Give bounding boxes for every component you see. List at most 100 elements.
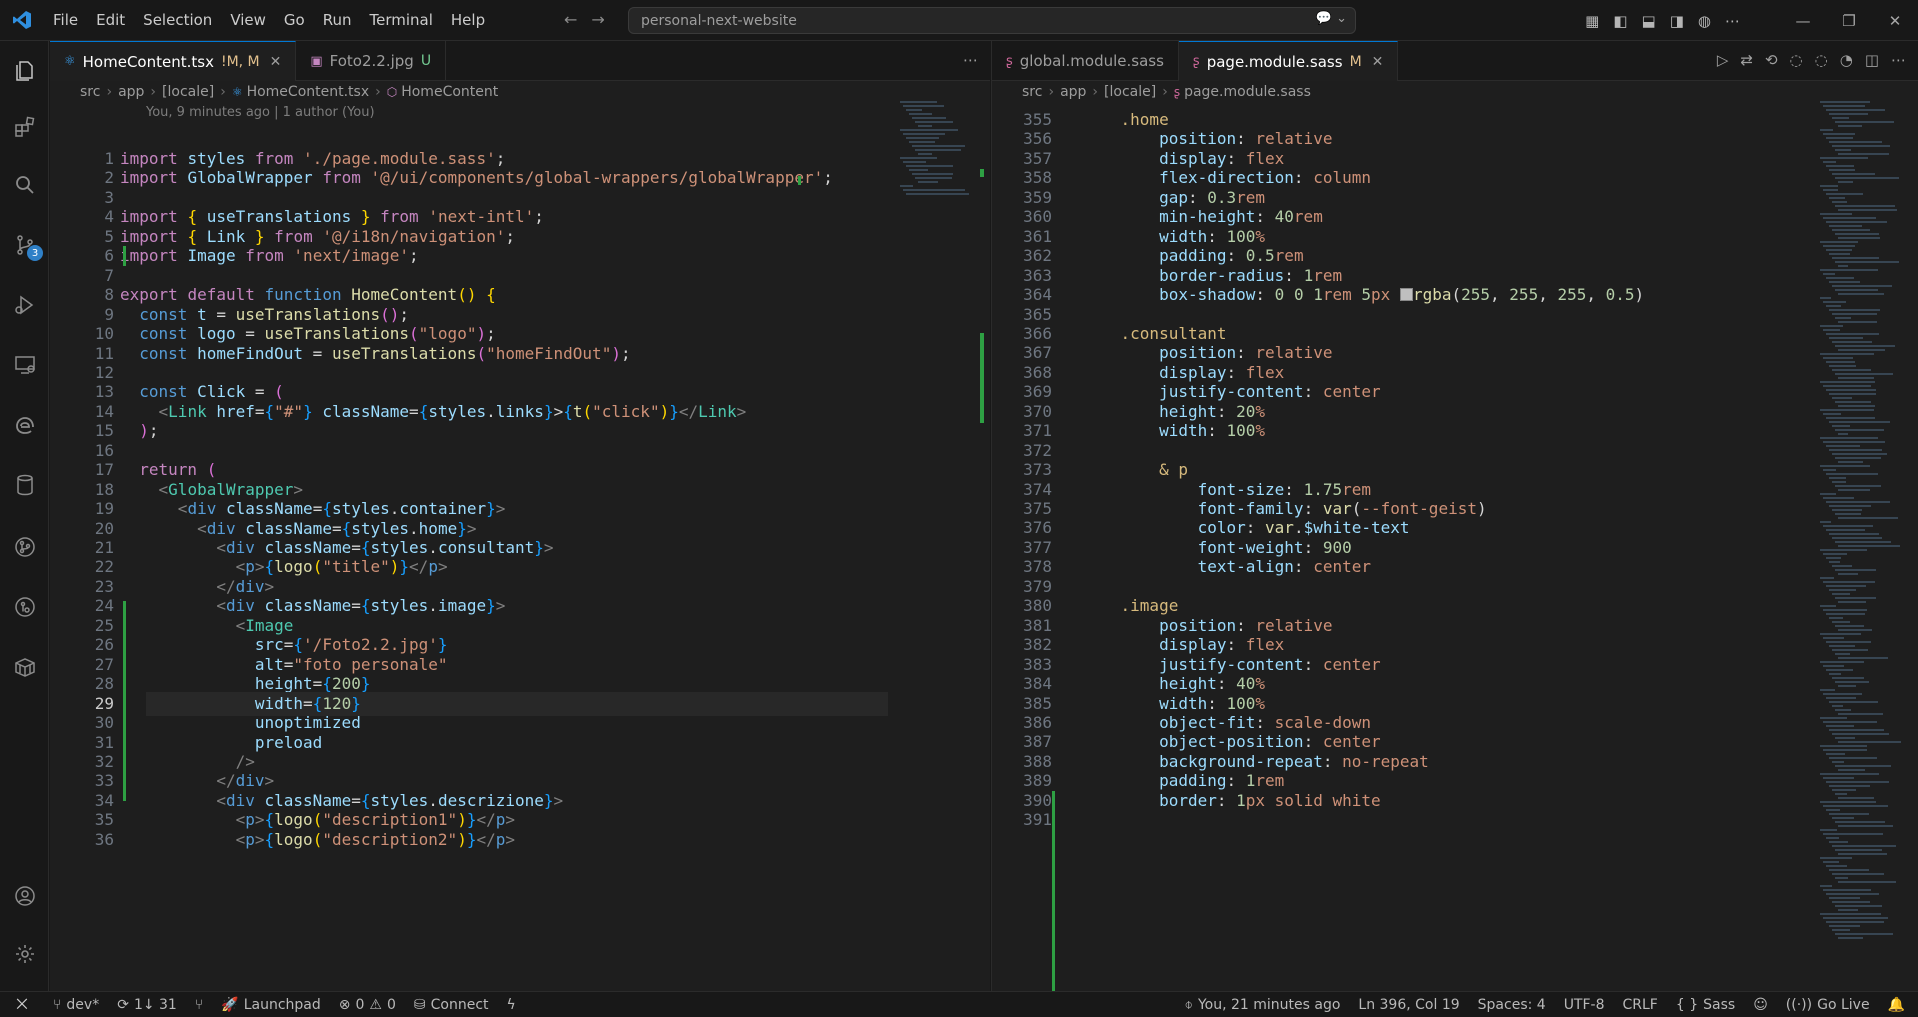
source-control-icon[interactable]: 3: [9, 229, 43, 261]
open-changes-icon[interactable]: ⇄: [1740, 51, 1753, 69]
minimap-line: [1820, 353, 1875, 355]
git-graph-status[interactable]: ⑂: [186, 997, 212, 1013]
remote-indicator-icon[interactable]: ⨉: [0, 997, 44, 1013]
tab-page-module-sass[interactable]: ʂ page.module.sass M ✕: [1178, 41, 1399, 81]
more-actions-icon[interactable]: ⋯: [1725, 12, 1740, 30]
language-mode[interactable]: { } Sass: [1667, 997, 1744, 1013]
breadcrumb-item[interactable]: src: [80, 84, 100, 100]
menu-run[interactable]: Run: [314, 0, 361, 41]
search-icon[interactable]: [9, 169, 41, 201]
customize-layout-icon[interactable]: ▦: [1585, 12, 1599, 30]
git-sync[interactable]: ⟳ 1↓ 31: [108, 997, 186, 1013]
account-icon[interactable]: [9, 880, 41, 912]
minimap-line: [1832, 705, 1844, 707]
minimap-line: [1829, 561, 1841, 563]
tab-status: U: [420, 53, 432, 69]
globe-icon[interactable]: ◍: [1698, 12, 1711, 30]
previous-change-icon[interactable]: ⟲: [1765, 51, 1778, 69]
code-line[interactable]: 36 <p>{logo("description2")}</p>: [50, 828, 990, 852]
command-center-search[interactable]: personal-next-website 💬 ⌄: [628, 7, 1356, 34]
close-icon[interactable]: ✕: [270, 54, 282, 70]
scrollbar-change-marker: [980, 169, 984, 177]
menu-edit[interactable]: Edit: [87, 0, 134, 41]
code-line[interactable]: 391: [992, 808, 1918, 832]
cursor-position[interactable]: Ln 396, Col 19: [1349, 997, 1468, 1013]
git-branch[interactable]: ⑂ dev*: [44, 997, 108, 1013]
minimap-line: [1835, 121, 1894, 123]
lightning-status[interactable]: ϟ: [498, 997, 525, 1013]
minimap-line: [1832, 789, 1856, 791]
toggle-panel-icon[interactable]: ⬓: [1642, 12, 1656, 30]
forward-arrow-icon[interactable]: →: [591, 10, 604, 29]
menu-go[interactable]: Go: [275, 0, 314, 41]
run-icon[interactable]: ▷: [1717, 51, 1729, 69]
minimize-button[interactable]: —: [1780, 12, 1826, 30]
breadcrumb-item[interactable]: app: [1060, 84, 1086, 100]
tab-foto[interactable]: ▣ Foto2.2.jpg U: [296, 41, 447, 81]
close-window-button[interactable]: ✕: [1872, 12, 1918, 30]
git-graph-icon[interactable]: [9, 531, 41, 563]
restore-button[interactable]: ❐: [1826, 12, 1872, 30]
menu-selection[interactable]: Selection: [134, 0, 221, 41]
breadcrumb-item[interactable]: HomeContent: [401, 84, 498, 100]
extensions-icon[interactable]: [9, 111, 41, 143]
gitlens-compare-icon[interactable]: ◌: [1790, 51, 1803, 69]
minimap-line: [1832, 509, 1863, 511]
menu-file[interactable]: File: [44, 0, 87, 41]
go-live-button[interactable]: ((·)) Go Live: [1777, 997, 1879, 1013]
tab-global-module-sass[interactable]: ʂ global.module.sass: [992, 41, 1179, 81]
menu-terminal[interactable]: Terminal: [361, 0, 442, 41]
gitlens-icon[interactable]: [9, 591, 41, 623]
breadcrumb-item[interactable]: src: [1022, 84, 1042, 100]
codelens-blame[interactable]: You, 9 minutes ago | 1 author (You): [146, 105, 375, 120]
breadcrumb-item[interactable]: page.module.sass: [1184, 84, 1311, 100]
launchpad-status[interactable]: 🚀 Launchpad: [212, 997, 330, 1013]
more-actions-icon[interactable]: ⋯: [963, 51, 978, 69]
breadcrumb-item[interactable]: app: [118, 84, 144, 100]
gitlens-next-icon[interactable]: ◌: [1815, 51, 1828, 69]
indentation[interactable]: Spaces: 4: [1469, 997, 1555, 1013]
close-icon[interactable]: ✕: [1372, 54, 1384, 70]
breadcrumb-item[interactable]: HomeContent.tsx: [247, 84, 370, 100]
database-icon[interactable]: [9, 469, 41, 501]
vscode-logo-icon: [0, 0, 44, 41]
minimap-line: [1835, 205, 1896, 207]
minimap-line: [1826, 809, 1840, 811]
image-file-icon: ▣: [310, 53, 323, 69]
tab-homecontent[interactable]: ⚛ HomeContent.tsx !M, M ✕: [50, 41, 297, 81]
toggle-secondary-sidebar-icon[interactable]: ◨: [1670, 12, 1684, 30]
minimap-line: [1835, 569, 1876, 571]
minimap-line: [1838, 825, 1893, 827]
containers-icon[interactable]: [9, 651, 41, 683]
menu-help[interactable]: Help: [442, 0, 494, 41]
minimap-right[interactable]: [1820, 101, 1902, 981]
minimap-line: [1829, 337, 1864, 339]
toggle-primary-sidebar-icon[interactable]: ◧: [1613, 12, 1627, 30]
copilot-status[interactable]: ☺: [1744, 997, 1777, 1013]
explorer-icon[interactable]: [9, 55, 41, 87]
settings-gear-icon[interactable]: [9, 938, 41, 970]
back-arrow-icon[interactable]: ←: [564, 10, 577, 29]
branch-icon: ⑂: [53, 996, 62, 1013]
more-actions-icon[interactable]: ⋯: [1891, 51, 1906, 69]
breadcrumb-item[interactable]: [locale]: [1104, 84, 1156, 100]
copilot-chat-icon[interactable]: 💬 ⌄: [1316, 11, 1347, 26]
end-of-line[interactable]: CRLF: [1614, 997, 1667, 1013]
blame-label: You, 21 minutes ago: [1197, 997, 1341, 1013]
edge-devtools-icon[interactable]: [9, 409, 41, 441]
minimap-line: [1838, 293, 1885, 295]
run-debug-icon[interactable]: [9, 289, 41, 321]
menu-view[interactable]: View: [221, 0, 275, 41]
split-editor-icon[interactable]: ◫: [1865, 51, 1879, 69]
minimap-line: [1826, 865, 1848, 867]
notifications-status[interactable]: 🔔: [1879, 997, 1914, 1013]
connect-status[interactable]: ⛁ Connect: [405, 997, 498, 1013]
timeline-icon[interactable]: ◔: [1840, 51, 1853, 69]
git-blame-status[interactable]: ⌽ You, 21 minutes ago: [1176, 997, 1350, 1013]
encoding[interactable]: UTF-8: [1555, 997, 1614, 1013]
problems-status[interactable]: ⊗ 0 ⚠ 0: [330, 997, 405, 1013]
minimap-left[interactable]: [900, 101, 980, 981]
minimap-line: [1826, 305, 1841, 307]
breadcrumb-item[interactable]: [locale]: [162, 84, 214, 100]
remote-explorer-icon[interactable]: [9, 349, 41, 381]
